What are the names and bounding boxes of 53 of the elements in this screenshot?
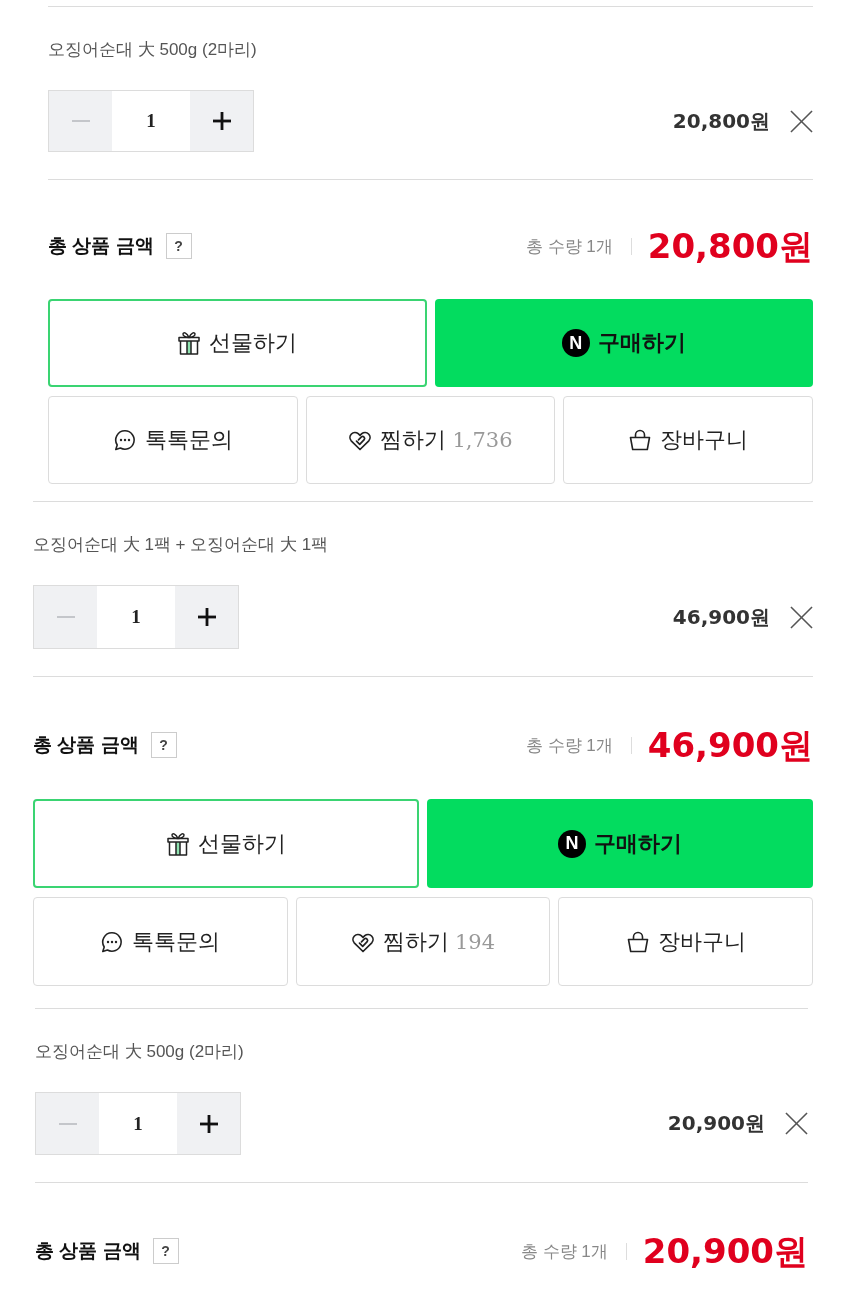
wish-count: 1,736: [452, 428, 513, 452]
chat-bubble-icon: [112, 428, 137, 452]
plus-icon: [199, 1114, 218, 1133]
cart-button[interactable]: 장바구니: [558, 897, 813, 986]
plus-icon: [212, 112, 231, 130]
total-quantity: 총 수량 1개: [520, 1240, 608, 1263]
close-icon[interactable]: [785, 1112, 808, 1135]
close-icon[interactable]: [790, 605, 813, 629]
quantity-input[interactable]: 1: [97, 585, 175, 649]
quantity-input[interactable]: 1: [112, 90, 190, 152]
n-logo-icon: N: [558, 829, 586, 858]
total-label: 총 상품 금액: [33, 733, 139, 757]
help-button[interactable]: ?: [165, 233, 192, 259]
plus-icon: [197, 608, 216, 626]
wishlist-button[interactable]: 찜하기 194: [295, 897, 551, 986]
option-name: 오징어순대 大 500g (2마리): [35, 1042, 244, 1062]
inquiry-button[interactable]: 톡톡문의: [33, 897, 288, 986]
total-label: 총 상품 금액: [48, 234, 154, 258]
increase-button[interactable]: [190, 90, 254, 152]
option-name: 오징어순대 大 1팩 + 오징어순대 大 1팩: [33, 535, 329, 555]
total-amount: 46,900원: [647, 725, 813, 765]
increase-button[interactable]: [177, 1092, 241, 1155]
shopping-bag-icon: [628, 428, 653, 452]
increase-button[interactable]: [175, 585, 239, 649]
option-price: 20,900원: [667, 1110, 765, 1137]
quantity-input[interactable]: 1: [99, 1092, 177, 1155]
total-amount: 20,800원: [647, 226, 813, 266]
wish-count: 194: [454, 929, 496, 954]
minus-icon: [56, 616, 75, 618]
chat-bubble-icon: [100, 929, 125, 954]
total-quantity: 총 수량 1개: [525, 235, 613, 258]
total-amount: 20,900원: [642, 1231, 808, 1271]
option-price: 46,900원: [672, 603, 770, 631]
gift-button[interactable]: 선물하기: [48, 299, 427, 387]
gift-icon: [177, 330, 202, 356]
option-price: 20,800원: [672, 107, 770, 135]
total-quantity: 총 수량 1개: [525, 734, 613, 757]
cart-button[interactable]: 장바구니: [563, 396, 813, 484]
buy-button[interactable]: N 구매하기: [434, 299, 813, 387]
gift-button[interactable]: 선물하기: [33, 799, 419, 888]
total-label: 총 상품 금액: [35, 1239, 141, 1263]
inquiry-button[interactable]: 톡톡문의: [48, 396, 298, 484]
minus-icon: [58, 1122, 77, 1125]
option-name: 오징어순대 大 500g (2마리): [48, 40, 257, 60]
wishlist-button[interactable]: 찜하기 1,736: [305, 396, 556, 484]
close-icon[interactable]: [790, 109, 813, 133]
n-logo-icon: N: [561, 329, 590, 357]
gift-icon: [166, 830, 190, 857]
minus-icon: [71, 120, 90, 122]
help-button[interactable]: ?: [150, 732, 177, 758]
buy-button[interactable]: N 구매하기: [427, 799, 813, 888]
shopping-bag-icon: [625, 929, 650, 954]
help-button[interactable]: ?: [152, 1238, 179, 1264]
